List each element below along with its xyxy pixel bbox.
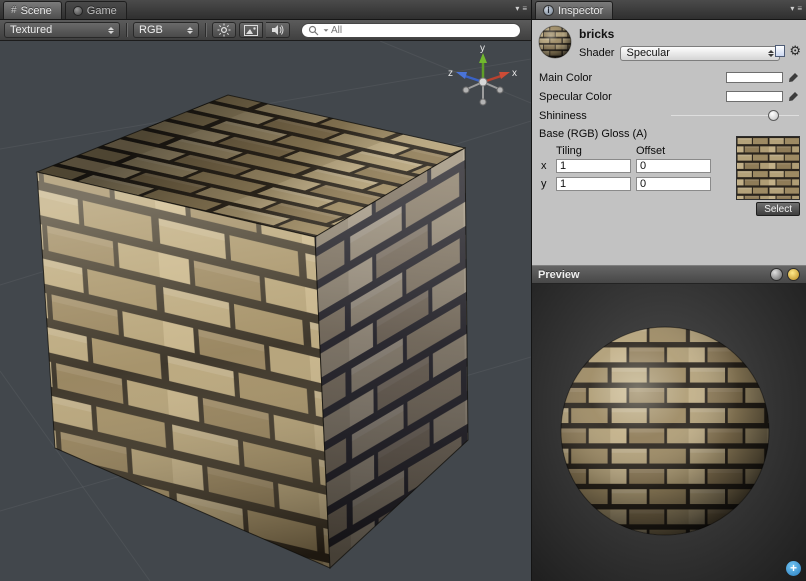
dropdown-arrows-icon bbox=[108, 27, 114, 34]
panel-menu-arrow-icon: ▾ bbox=[790, 5, 794, 13]
slider-thumb[interactable] bbox=[768, 110, 779, 121]
scene-pane: # Scene Game ▾ ≡ Textured RGB bbox=[0, 0, 531, 581]
offset-y-input[interactable] bbox=[636, 177, 711, 191]
dropdown-arrows-icon bbox=[187, 27, 193, 34]
preview-sphere-shading bbox=[561, 327, 769, 535]
specular-color-label: Specular Color bbox=[539, 91, 726, 103]
shininess-label: Shininess bbox=[539, 110, 671, 122]
shader-value: Specular bbox=[626, 47, 768, 59]
draw-mode-value: Textured bbox=[10, 24, 103, 36]
gear-icon[interactable]: ⚙ bbox=[789, 44, 801, 57]
specular-color-eyedropper-icon[interactable] bbox=[787, 91, 799, 103]
scene-lighting-toggle[interactable] bbox=[212, 22, 236, 38]
preview-header-icons bbox=[770, 268, 800, 281]
scene-audio-toggle[interactable] bbox=[266, 22, 290, 38]
specular-color-swatch[interactable] bbox=[726, 91, 783, 102]
scene-tabbar: # Scene Game ▾ ≡ bbox=[0, 0, 531, 20]
gizmo-x-label: x bbox=[512, 68, 517, 79]
preview-sphere-toggle-icon[interactable] bbox=[770, 268, 783, 281]
tiling-y-input[interactable] bbox=[556, 177, 631, 191]
tab-game-label: Game bbox=[87, 5, 117, 17]
offset-header: Offset bbox=[636, 145, 716, 157]
draw-mode-dropdown[interactable]: Textured bbox=[4, 22, 120, 38]
shader-dropdown[interactable]: Specular bbox=[620, 46, 780, 61]
scene-panel-menu[interactable]: ▾ ≡ bbox=[515, 5, 527, 13]
preview-sphere-canvas[interactable] bbox=[532, 284, 806, 581]
y-axis-label: y bbox=[541, 178, 556, 190]
slider-track[interactable] bbox=[671, 115, 799, 116]
scene-search-box[interactable] bbox=[301, 23, 521, 38]
specular-color-row: Specular Color bbox=[532, 87, 806, 106]
tiling-x-input[interactable] bbox=[556, 159, 631, 173]
search-icon bbox=[308, 25, 321, 36]
gizmo-neg-y-cone[interactable] bbox=[480, 99, 486, 105]
inspector-pane: i Inspector ▾ ≡ bricks Shader Specular bbox=[531, 0, 806, 581]
gizmo-y-label: y bbox=[480, 43, 485, 54]
shininess-slider[interactable] bbox=[671, 110, 799, 121]
tiling-header: Tiling bbox=[556, 145, 636, 157]
speaker-icon bbox=[271, 24, 285, 36]
preview-add-icon[interactable]: + bbox=[786, 561, 801, 576]
panel-menu-lines-icon: ≡ bbox=[797, 5, 802, 13]
x-axis-label: x bbox=[541, 160, 556, 172]
dropdown-arrows-icon bbox=[768, 50, 774, 57]
material-name: bricks bbox=[579, 27, 614, 41]
tab-game[interactable]: Game bbox=[65, 1, 127, 19]
texture-select-button[interactable]: Select bbox=[756, 202, 800, 216]
preview-light-toggle-icon[interactable] bbox=[787, 268, 800, 281]
preview-header[interactable]: Preview bbox=[532, 265, 806, 284]
inspector-tabbar: i Inspector ▾ ≡ bbox=[532, 0, 806, 20]
shader-label: Shader bbox=[579, 47, 614, 59]
main-color-label: Main Color bbox=[539, 72, 726, 84]
gizmo-neg-z-cone[interactable] bbox=[497, 87, 503, 93]
panel-menu-arrow-icon: ▾ bbox=[515, 5, 519, 13]
unity-editor-window: # Scene Game ▾ ≡ Textured RGB bbox=[0, 0, 806, 581]
texture-thumbnail[interactable] bbox=[736, 136, 800, 200]
game-icon bbox=[73, 6, 83, 16]
inspector-info-icon: i bbox=[543, 5, 554, 16]
scene-canvas[interactable]: y x z bbox=[0, 41, 531, 581]
search-filter-arrow-icon bbox=[324, 29, 329, 31]
tab-inspector[interactable]: i Inspector bbox=[535, 1, 613, 19]
scene-search-input[interactable] bbox=[331, 25, 514, 36]
preview-body[interactable]: + bbox=[532, 284, 806, 581]
main-color-eyedropper-icon[interactable] bbox=[787, 72, 799, 84]
scene-skybox-toggle[interactable] bbox=[239, 22, 263, 38]
help-book-icon[interactable] bbox=[775, 45, 785, 57]
tab-scene-label: Scene bbox=[21, 5, 52, 17]
inspector-body: bricks Shader Specular ⚙ Main Color bbox=[532, 20, 806, 265]
sun-icon bbox=[217, 23, 231, 37]
render-mode-dropdown[interactable]: RGB bbox=[133, 22, 199, 38]
tab-scene[interactable]: # Scene bbox=[3, 1, 62, 19]
toolbar-separator bbox=[126, 23, 127, 37]
image-icon bbox=[244, 25, 258, 36]
preview-title: Preview bbox=[538, 269, 580, 281]
gizmo-neg-x-cone[interactable] bbox=[463, 87, 469, 93]
toolbar-separator bbox=[205, 23, 206, 37]
scene-grid-icon: # bbox=[11, 5, 17, 16]
render-mode-value: RGB bbox=[139, 24, 182, 36]
panel-menu-lines-icon: ≡ bbox=[522, 5, 527, 13]
material-header-icons: ⚙ bbox=[775, 44, 801, 57]
tab-inspector-label: Inspector bbox=[558, 5, 603, 17]
select-button-label: Select bbox=[764, 204, 792, 215]
material-sphere-icon bbox=[538, 25, 572, 59]
scene-toolbar: Textured RGB bbox=[0, 20, 531, 41]
inspector-panel-menu[interactable]: ▾ ≡ bbox=[790, 5, 802, 13]
shader-row: Shader Specular bbox=[579, 45, 780, 61]
gizmo-center[interactable] bbox=[479, 78, 487, 86]
shininess-row: Shininess bbox=[532, 106, 806, 125]
main-color-row: Main Color bbox=[532, 68, 806, 87]
scene-viewport[interactable]: y x z bbox=[0, 41, 531, 581]
main-color-swatch[interactable] bbox=[726, 72, 783, 83]
gizmo-z-label: z bbox=[448, 68, 453, 79]
offset-x-input[interactable] bbox=[636, 159, 711, 173]
